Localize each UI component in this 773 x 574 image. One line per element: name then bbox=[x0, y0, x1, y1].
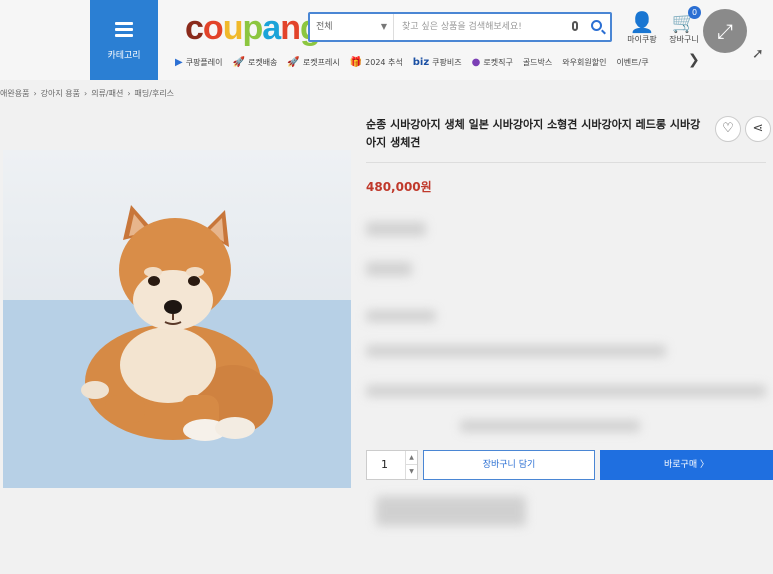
blurred-info bbox=[366, 385, 766, 397]
product-title: 순종 시바강아지 생체 일본 시바강아지 소형견 시바강아지 레드롱 시바강아지… bbox=[366, 118, 701, 149]
share-icon[interactable]: ⋖ bbox=[745, 116, 771, 142]
quick-link-icon: ▶ bbox=[175, 56, 183, 68]
add-to-cart-button[interactable]: 장바구니 담기 bbox=[423, 450, 595, 480]
search-icon[interactable] bbox=[591, 20, 602, 31]
buy-now-button[interactable]: 바로구매 〉 bbox=[600, 450, 773, 480]
coupang-logo[interactable]: coupang bbox=[185, 8, 321, 48]
search-input[interactable]: 찾고 싶은 상품을 검색해보세요! bbox=[402, 14, 562, 40]
quick-link-icon: biz bbox=[412, 56, 430, 68]
menu-icon bbox=[115, 22, 133, 40]
blurred-info bbox=[376, 496, 526, 526]
top-header: 카테고리 coupang 전체 ▼ 찾고 싶은 상품을 검색해보세요! 👤 마이… bbox=[0, 0, 773, 80]
blurred-info bbox=[460, 420, 640, 432]
breadcrumb-separator: › bbox=[33, 89, 37, 98]
quick-link-icon: 🚀 bbox=[232, 56, 245, 68]
breadcrumb-separator: › bbox=[127, 89, 131, 98]
my-coupang-button[interactable]: 👤 마이쿠팡 bbox=[622, 10, 662, 45]
blurred-info bbox=[366, 262, 412, 276]
blurred-info bbox=[366, 222, 426, 236]
quick-link[interactable]: 🎁 2024 추석 bbox=[350, 57, 403, 68]
blurred-info bbox=[366, 310, 436, 322]
search-category-select[interactable]: 전체 ▼ bbox=[310, 14, 394, 40]
breadcrumb-separator: › bbox=[84, 89, 88, 98]
category-label: 카테고리 bbox=[107, 51, 141, 61]
quantity-stepper[interactable]: 1 ▲ ▼ bbox=[366, 450, 418, 480]
quick-link[interactable]: 🚀 로켓프레시 bbox=[287, 57, 339, 68]
quick-link-icon: 🚀 bbox=[287, 56, 300, 68]
quick-link[interactable]: 와우회원할인 bbox=[562, 57, 606, 68]
user-icon: 👤 bbox=[629, 10, 655, 34]
chevron-down-icon[interactable]: ▼ bbox=[405, 465, 417, 479]
microphone-icon[interactable] bbox=[572, 21, 578, 31]
chevron-down-icon: ▼ bbox=[380, 22, 387, 31]
category-menu-button[interactable]: 카테고리 bbox=[90, 0, 158, 80]
divider bbox=[366, 162, 766, 163]
quick-link[interactable]: ● 로켓직구 bbox=[472, 57, 513, 68]
product-price: 480,000원 bbox=[366, 180, 432, 194]
cart-button[interactable]: 🛒 0 장바구니 bbox=[664, 6, 704, 45]
breadcrumb: 애완용품 › 강아지 용품 › 의류/패션 › 패딩/후리스 bbox=[0, 88, 178, 99]
mouse-cursor-icon: ➚ bbox=[752, 46, 764, 62]
quick-link[interactable]: 골드박스 bbox=[523, 57, 552, 68]
product-image[interactable] bbox=[3, 150, 351, 488]
quick-links-bar: ▶ 쿠팡플레이 🚀 로켓배송 🚀 로켓프레시 🎁 2024 추석 biz 쿠팡비즈 ● 로켓직구 골드박… bbox=[175, 52, 705, 72]
breadcrumb-item[interactable]: 강아지 용품 bbox=[41, 89, 80, 98]
breadcrumb-item[interactable]: 애완용품 bbox=[0, 89, 29, 98]
heart-icon[interactable]: ♡ bbox=[715, 116, 741, 142]
quick-link[interactable]: ▶ 쿠팡플레이 bbox=[175, 57, 223, 68]
chevron-up-icon[interactable]: ▲ bbox=[405, 451, 417, 465]
chevron-right-icon[interactable]: ❯ bbox=[688, 52, 700, 68]
quick-link-icon: 🎁 bbox=[349, 56, 363, 68]
cart-count-badge: 0 bbox=[688, 6, 701, 19]
quick-link[interactable]: 🚀 로켓배송 bbox=[233, 57, 278, 68]
quick-link-icon: ● bbox=[471, 56, 481, 68]
blurred-info bbox=[366, 345, 666, 357]
breadcrumb-item[interactable]: 패딩/후리스 bbox=[135, 89, 175, 98]
quick-link[interactable]: biz 쿠팡비즈 bbox=[413, 57, 462, 68]
search-bar: 전체 ▼ 찾고 싶은 상품을 검색해보세요! bbox=[308, 12, 612, 42]
expand-icon[interactable]: ⤢ bbox=[703, 9, 747, 53]
quick-link[interactable]: 이벤트/쿠 bbox=[616, 57, 648, 68]
shiba-puppy-image bbox=[81, 205, 273, 441]
breadcrumb-item[interactable]: 의류/패션 bbox=[91, 89, 123, 98]
